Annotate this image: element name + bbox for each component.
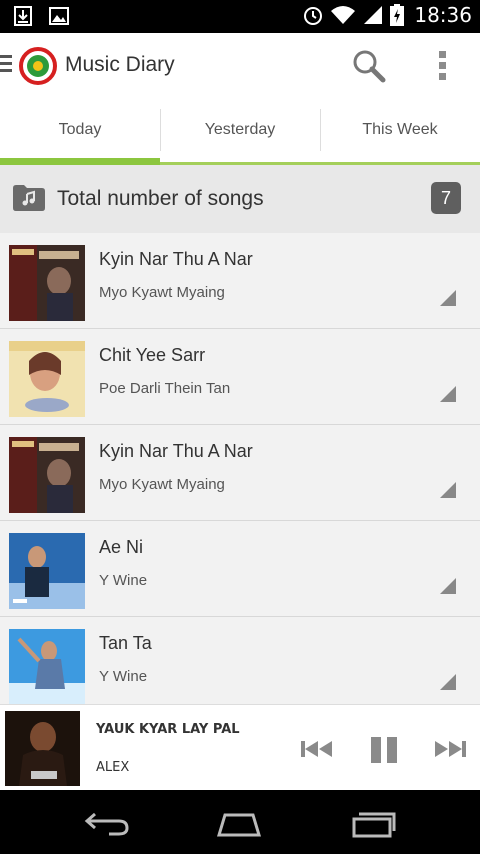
- home-icon[interactable]: [215, 808, 263, 838]
- song-title: Chit Yee Sarr: [99, 345, 206, 365]
- song-count-header: Total number of songs 7: [0, 165, 480, 233]
- image-icon: [49, 7, 69, 25]
- status-bar: 18:36: [0, 0, 480, 33]
- app-title: Music Diary: [65, 53, 175, 76]
- pause-icon[interactable]: [368, 735, 402, 763]
- now-playing-artist: ALEX: [96, 760, 130, 775]
- system-nav-bar: [0, 790, 480, 854]
- item-menu-icon[interactable]: [440, 578, 456, 594]
- menu-icon[interactable]: [0, 55, 12, 75]
- list-item[interactable]: Ae Ni Y Wine: [0, 521, 480, 617]
- tab-label: This Week: [362, 121, 438, 138]
- song-title: Kyin Nar Thu A Nar: [99, 441, 253, 461]
- action-bar: Music Diary: [0, 33, 480, 99]
- tab-indicator: [0, 158, 160, 165]
- app-logo[interactable]: [19, 47, 57, 85]
- song-list[interactable]: Kyin Nar Thu A Nar Myo Kyawt Myaing Chit…: [0, 233, 480, 704]
- list-item[interactable]: Kyin Nar Thu A Nar Myo Kyawt Myaing: [0, 233, 480, 329]
- list-item[interactable]: Chit Yee Sarr Poe Darli Thein Tan: [0, 329, 480, 425]
- download-icon: [14, 6, 32, 26]
- tab-this-week[interactable]: This Week: [320, 99, 480, 165]
- back-icon[interactable]: [83, 808, 131, 838]
- recent-apps-icon[interactable]: [350, 808, 398, 838]
- wifi-icon: [331, 6, 356, 24]
- previous-icon[interactable]: [300, 735, 334, 763]
- now-playing-title: YAUK KYAR LAY PAL: [96, 722, 240, 737]
- item-menu-icon[interactable]: [440, 386, 456, 402]
- album-art: [9, 341, 85, 417]
- signal-icon: [364, 6, 383, 24]
- song-artist: Poe Darli Thein Tan: [99, 380, 231, 397]
- album-art: [9, 533, 85, 609]
- tab-today[interactable]: Today: [0, 99, 160, 165]
- song-title: Ae Ni: [99, 537, 144, 557]
- song-artist: Myo Kyawt Myaing: [99, 476, 225, 493]
- now-playing-art: [5, 711, 80, 786]
- song-title: Kyin Nar Thu A Nar: [99, 249, 253, 269]
- list-item[interactable]: Tan Ta Y Wine: [0, 617, 480, 704]
- tab-label: Yesterday: [204, 121, 276, 138]
- item-menu-icon[interactable]: [440, 290, 456, 306]
- search-icon[interactable]: [352, 49, 386, 83]
- tab-bar: Today Yesterday This Week: [0, 99, 480, 165]
- list-item[interactable]: Kyin Nar Thu A Nar Myo Kyawt Myaing: [0, 425, 480, 521]
- music-folder-icon: [13, 185, 45, 211]
- clock-time: 18:36: [414, 3, 472, 27]
- item-menu-icon[interactable]: [440, 482, 456, 498]
- song-artist: Y Wine: [99, 572, 148, 589]
- album-art: [9, 437, 85, 513]
- song-artist: Myo Kyawt Myaing: [99, 284, 225, 301]
- tab-yesterday[interactable]: Yesterday: [160, 99, 320, 165]
- total-songs-label: Total number of songs: [57, 187, 264, 210]
- song-artist: Y Wine: [99, 668, 148, 685]
- album-art: [9, 245, 85, 321]
- album-art: [9, 629, 85, 704]
- item-menu-icon[interactable]: [440, 674, 456, 690]
- song-title: Tan Ta: [99, 633, 152, 653]
- alarm-icon: [304, 7, 323, 25]
- now-playing-bar[interactable]: YAUK KYAR LAY PAL ALEX: [0, 704, 480, 790]
- next-icon[interactable]: [434, 735, 468, 763]
- song-count-badge: 7: [431, 182, 461, 214]
- tab-label: Today: [58, 121, 102, 138]
- overflow-icon[interactable]: [432, 49, 454, 83]
- battery-charging-icon: [390, 4, 405, 26]
